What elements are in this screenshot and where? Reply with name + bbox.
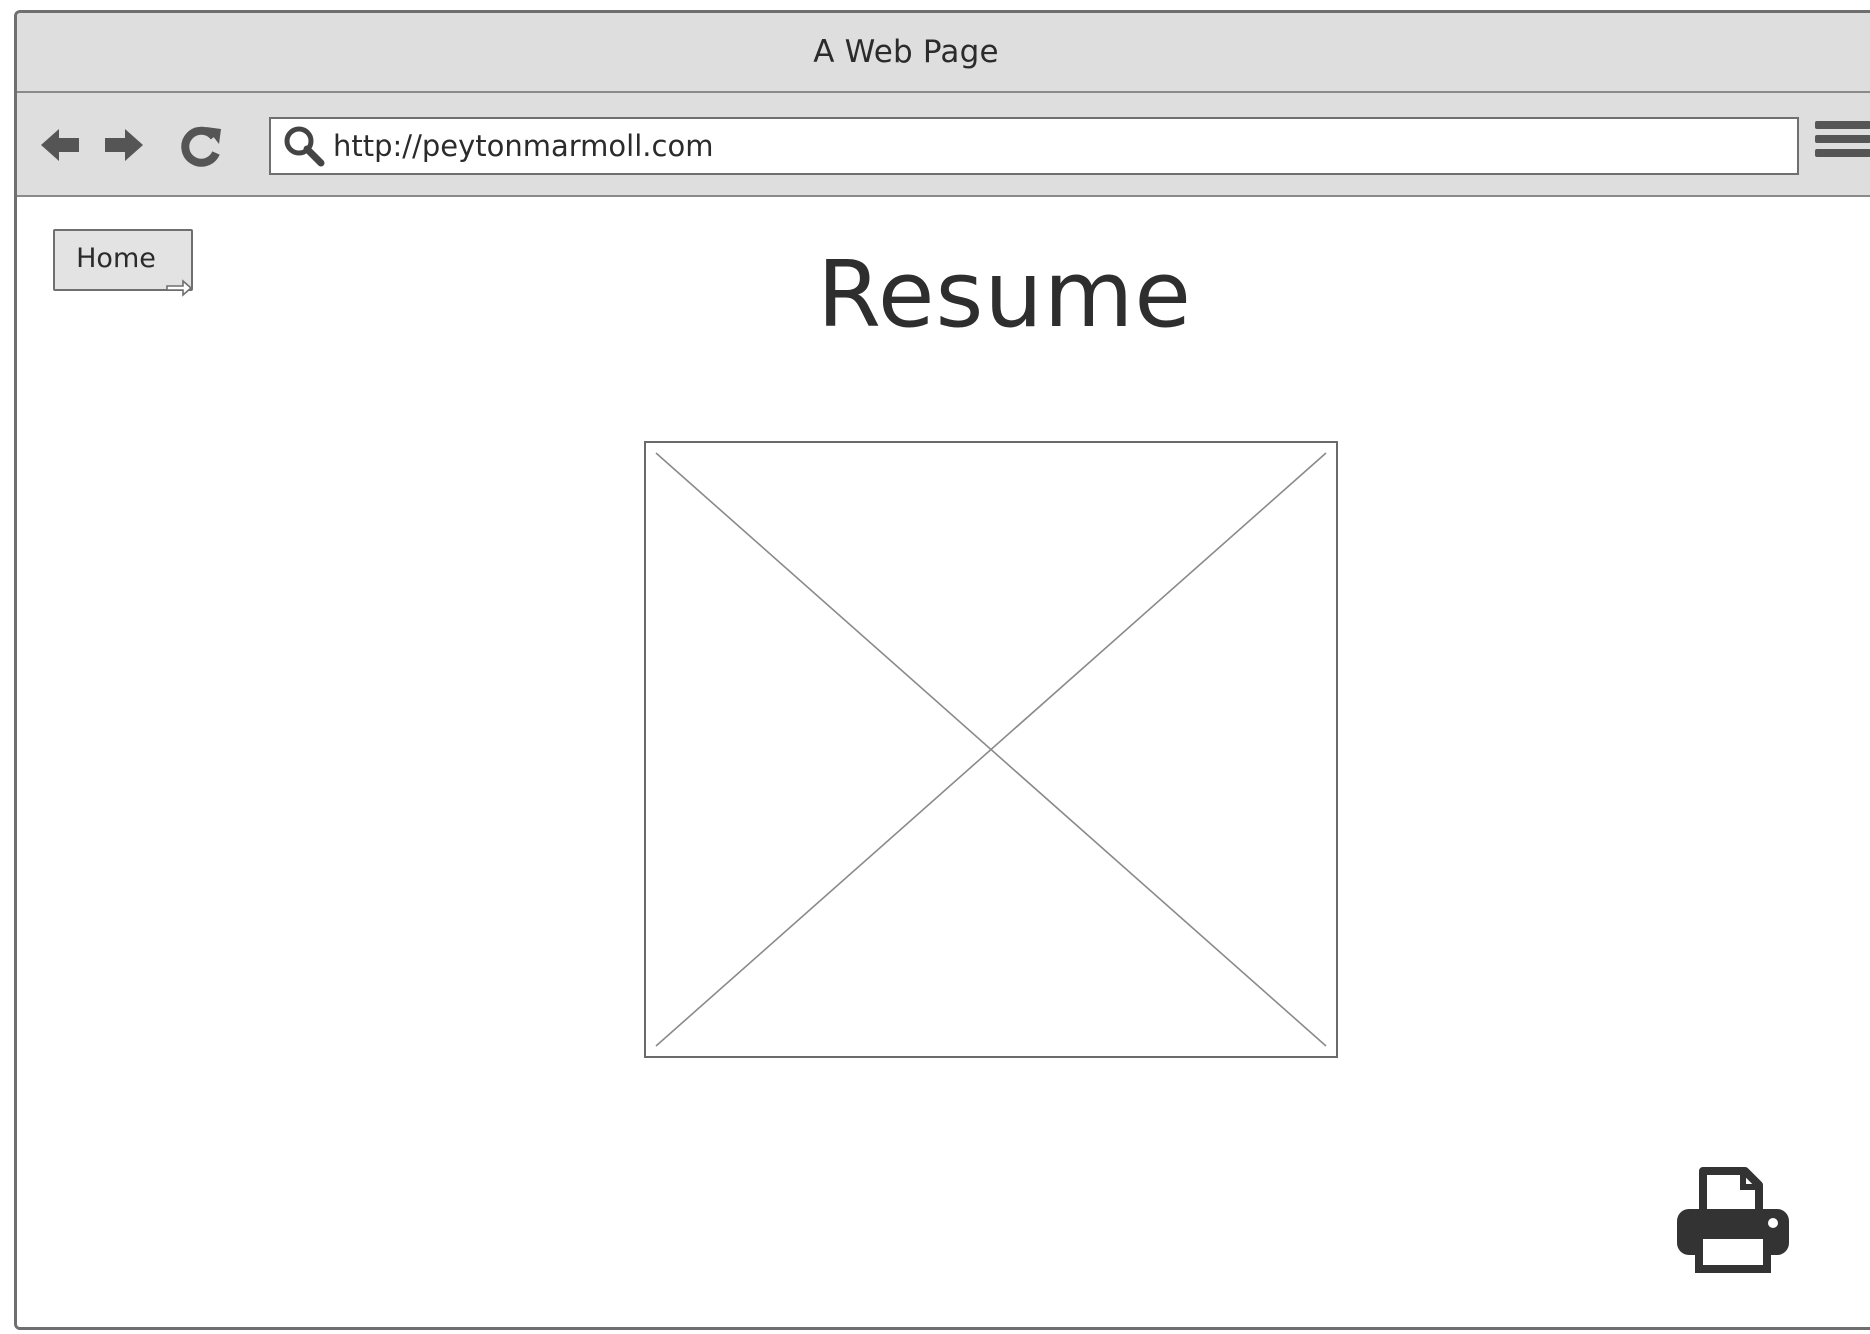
arrow-left-icon [41, 129, 79, 161]
arrow-right-icon [105, 129, 143, 161]
forward-button[interactable] [101, 123, 147, 167]
window-title: A Web Page [813, 34, 999, 70]
link-arrow-icon [166, 279, 193, 297]
page-content: Home Resume [17, 197, 1870, 1327]
browser-window: A Web Page Home [14, 10, 1870, 1330]
address-bar[interactable] [269, 117, 1799, 175]
printer-icon[interactable] [1673, 1163, 1793, 1275]
search-icon [284, 126, 325, 167]
back-button[interactable] [37, 123, 83, 167]
menu-bar-line [1815, 135, 1870, 143]
title-bar: A Web Page [17, 13, 1870, 93]
reload-icon [181, 126, 221, 167]
hamburger-menu-icon [1815, 121, 1870, 129]
url-input[interactable] [329, 126, 1753, 166]
menu-bar-line [1815, 149, 1870, 157]
browser-toolbar [17, 93, 1870, 197]
menu-button[interactable] [1815, 121, 1870, 171]
image-placeholder [644, 441, 1338, 1058]
reload-button[interactable] [179, 123, 225, 167]
page-title: Resume [817, 241, 1192, 348]
